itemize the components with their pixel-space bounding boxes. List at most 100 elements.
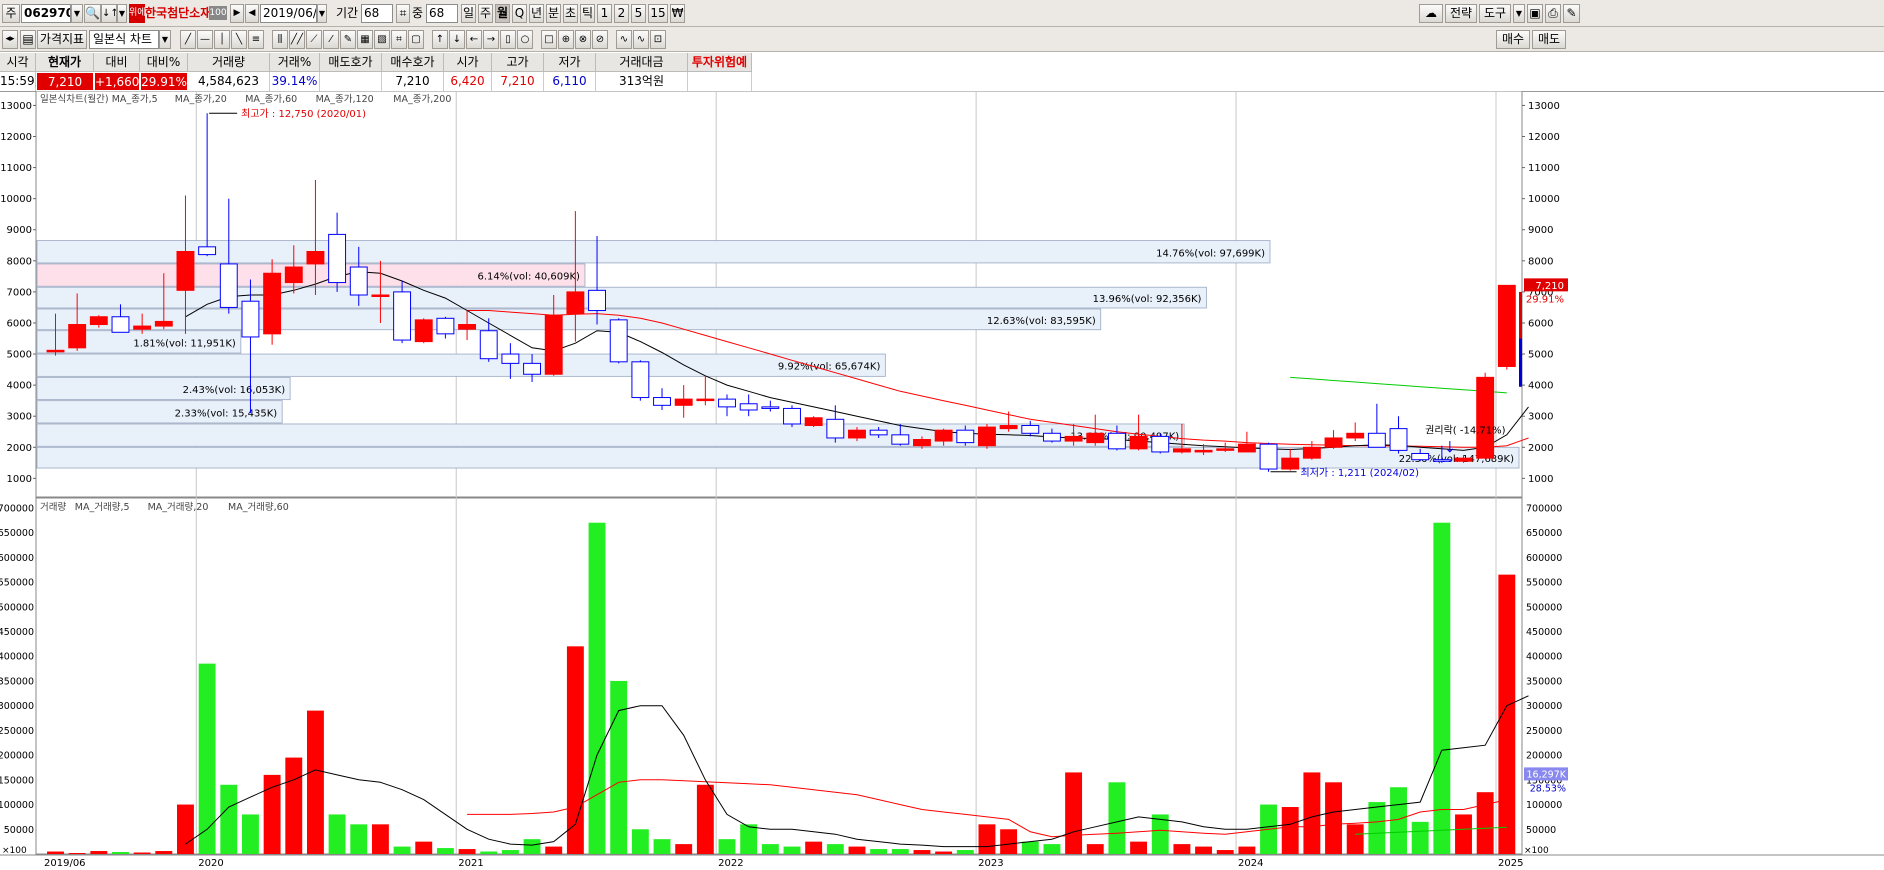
price-tick-left-6: 7000 [7,287,32,298]
draw-tool-13-icon[interactable]: ▢ [408,30,424,49]
interval-tab-2[interactable]: 월 [495,4,510,23]
draw-tool-1-icon[interactable]: — [197,30,213,49]
draw-tool-11-icon[interactable]: ▧ [374,30,390,49]
draw-tool-17-icon[interactable]: → [483,30,499,49]
draw-tool-25-icon[interactable]: ∿ [633,30,649,49]
prev-icon[interactable]: ◀ [245,4,259,23]
interval-tab-7[interactable]: 틱 [580,4,595,23]
sort-icon[interactable]: ↓↑ [101,4,117,23]
draw-tool-7-icon[interactable]: ⟋ [306,30,322,49]
interval-tab-11[interactable]: 15 [648,4,668,23]
volume-profile-label-6: 12.63%(vol: 83,595K) [987,316,1096,327]
draw-tool-23-icon[interactable]: ⊘ [592,30,608,49]
candle-body-52 [1172,448,1191,453]
cloud-icon[interactable]: ☁ [1419,4,1443,23]
interval-tab-10[interactable]: 5 [631,4,646,23]
volume-bar-48 [1086,844,1104,854]
vol-tick-right-7: 400000 [1526,652,1562,663]
draw-tool-10-icon[interactable]: ▦ [357,30,373,49]
draw-tool-24-icon[interactable]: ∿ [616,30,632,49]
volume-bar-28 [653,839,671,854]
draw-tool-18-icon[interactable]: ▯ [500,30,516,49]
volume-bar-2 [90,851,108,854]
date-input[interactable]: 2019/06/20 [260,4,317,23]
interval-tab-1[interactable]: 주 [478,4,493,23]
candle-body-23 [544,314,563,375]
next-icon[interactable]: ▶ [230,4,244,23]
view-label: 중 [412,6,424,20]
draw-tool-19-icon[interactable]: ○ [517,30,533,49]
candle-26 [609,318,628,364]
interval-tab-4[interactable]: 년 [529,4,544,23]
chart-type-select[interactable]: 일본식 차트 [89,30,159,49]
x-label-4: 2023 [978,858,1003,869]
strategy-button[interactable]: 전략 [1445,4,1477,23]
price-tick-left-8: 9000 [7,225,32,236]
indicator-icon[interactable]: ▤ [20,30,36,49]
interval-tab-12[interactable]: ₩ [670,4,685,23]
quote-header-5: 거래% [270,53,320,72]
draw-tool-16-icon[interactable]: ← [466,30,482,49]
draw-tool-6-icon[interactable]: ╱╱ [289,30,305,49]
tools-dropdown-icon[interactable]: ▼ [1513,4,1525,23]
interval-tab-5[interactable]: 분 [546,4,561,23]
volume-bar-27 [631,829,649,854]
volume-bar-61 [1368,802,1386,854]
interval-tab-9[interactable]: 2 [614,4,629,23]
candle-body-16 [393,291,412,341]
draw-tool-14-icon[interactable]: ↑ [432,30,448,49]
buy-button[interactable]: 매수 [1496,30,1530,49]
draw-tool-3-icon[interactable]: ╲ [231,30,247,49]
period-input[interactable]: 68 [361,4,393,23]
code-type-button[interactable]: 주 [2,4,20,23]
search-icon[interactable]: 🔍 [84,4,101,23]
calendar-dropdown-icon[interactable]: ▼ [317,4,327,23]
settings-icon[interactable]: ✎ [1563,4,1580,23]
volume-bar-34 [783,846,801,854]
candle-body-65 [1454,457,1473,462]
interval-tab-8[interactable]: 1 [597,4,612,23]
candle-body-48 [1086,432,1105,444]
vol-tick-left-4: 250000 [0,726,34,737]
crosshair-icon[interactable]: ⌗ [396,4,410,23]
volume-bar-43 [978,824,996,854]
save-icon[interactable]: ▣ [1527,4,1543,23]
indicator-button[interactable]: 가격지표 [37,30,87,49]
chart-type-dropdown-icon[interactable]: ▼ [159,30,171,49]
draw-tool-8-icon[interactable]: ⁄ [323,30,339,49]
price-tick-right-4: 5000 [1528,350,1553,361]
quote-header-12: 투자위험예 [688,53,752,72]
draw-tool-5-icon[interactable]: ⫼ [272,30,288,49]
draw-tool-22-icon[interactable]: ⊗ [575,30,591,49]
sell-button[interactable]: 매도 [1532,30,1566,49]
candle-34 [783,405,801,428]
sort-dropdown-icon[interactable]: ▼ [117,4,127,23]
volume-bar-16 [393,846,411,854]
view-input[interactable]: 68 [426,4,458,23]
draw-tool-4-icon[interactable]: ≡ [248,30,264,49]
candle-body-0 [46,349,65,353]
scroll-both-icon[interactable]: ◂▸ [2,30,18,49]
draw-tool-12-icon[interactable]: ⌗ [391,30,407,49]
price-chart[interactable]: 1000 1000 2000 2000 3000 3000 4000 4000 5000 5000… [0,91,1884,870]
interval-tab-6[interactable]: 초 [563,4,578,23]
draw-tool-0-icon[interactable]: ╱ [180,30,196,49]
code-dropdown-icon[interactable]: ▼ [71,4,83,23]
draw-tool-26-icon[interactable]: ⊡ [650,30,666,49]
vol-tick-left-10: 550000 [0,578,34,589]
draw-tool-15-icon[interactable]: ↓ [449,30,465,49]
volume-bar-25 [588,522,606,854]
draw-tool-21-icon[interactable]: ⊕ [558,30,574,49]
draw-tool-9-icon[interactable]: ✎ [340,30,356,49]
draw-tool-2-icon[interactable]: │ [214,30,230,49]
draw-tool-20-icon[interactable]: □ [541,30,557,49]
tools-button[interactable]: 도구 [1479,4,1511,23]
current-vol-label: 16,297K [1527,769,1567,780]
interval-tab-3[interactable]: Q [512,4,527,23]
stock-code-input[interactable]: 062970 [21,4,71,23]
interval-tab-0[interactable]: 일 [461,4,476,23]
volume-bar-49 [1108,782,1126,854]
print-icon[interactable]: ⎙ [1545,4,1561,23]
candle-body-67 [1497,284,1516,367]
rights-annotation: 권리락( -14.71%) [1425,424,1505,436]
